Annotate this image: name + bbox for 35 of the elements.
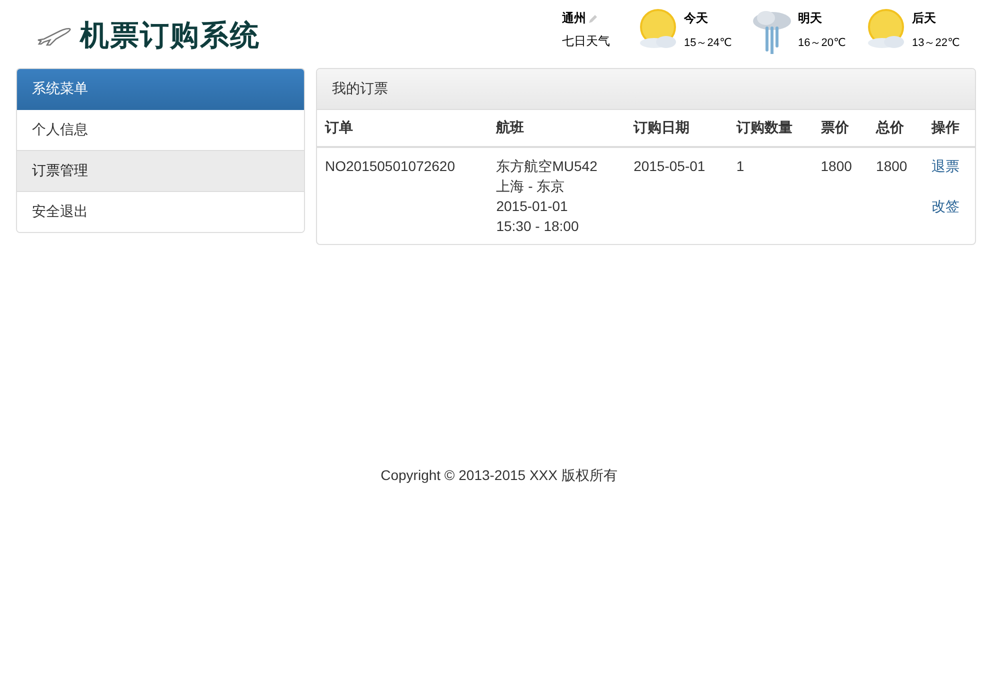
day-label: 明天 (798, 10, 823, 27)
site-title: 机票订购系统 (80, 19, 260, 54)
table-cell-text: 上海 - 东京 (496, 177, 566, 196)
column-header: 总价 (868, 110, 924, 147)
sidebar-item[interactable]: 安全退出 (17, 191, 304, 232)
table-cell: 2015-05-01 (634, 158, 706, 174)
copyright-text: Copyright © 2013-2015 XXX 版权所有 (380, 467, 618, 483)
day-label: 今天 (684, 10, 709, 27)
sidebar-item[interactable]: 订票管理 (17, 150, 304, 191)
day-label: 后天 (912, 10, 937, 27)
table-cell-text: 2015-01-01 (496, 197, 569, 216)
action-link[interactable]: 改签 (931, 196, 967, 216)
pencil-icon[interactable] (588, 14, 598, 24)
column-header: 操作 (923, 110, 975, 147)
weather-subtitle: 七日天气 (562, 33, 610, 50)
city-name: 通州 (562, 10, 586, 27)
table-cell: 1 (736, 158, 744, 174)
table-cell: 1800 (820, 158, 852, 174)
column-header: 航班 (488, 110, 626, 147)
temperature-range: 16～20℃ (798, 36, 846, 50)
column-header: 订购数量 (728, 110, 813, 147)
table-cell-text: 东方航空MU542 (496, 157, 598, 176)
panel-title: 我的订票 (317, 69, 975, 110)
column-header: 票价 (812, 110, 868, 147)
column-header: 订单 (317, 110, 488, 147)
temperature-range: 15～24℃ (684, 36, 732, 50)
airplane-icon (36, 25, 72, 47)
action-link[interactable]: 退票 (931, 156, 967, 176)
column-header: 订购日期 (626, 110, 728, 147)
menu-heading: 系统菜单 (17, 69, 304, 110)
temperature-range: 13～22℃ (912, 36, 960, 50)
table-cell: 1800 (876, 158, 908, 174)
table-cell-text: 15:30 - 18:00 (496, 217, 580, 236)
rain-cloud-icon (750, 8, 794, 54)
table-cell: NO20150501072620 (325, 158, 456, 174)
